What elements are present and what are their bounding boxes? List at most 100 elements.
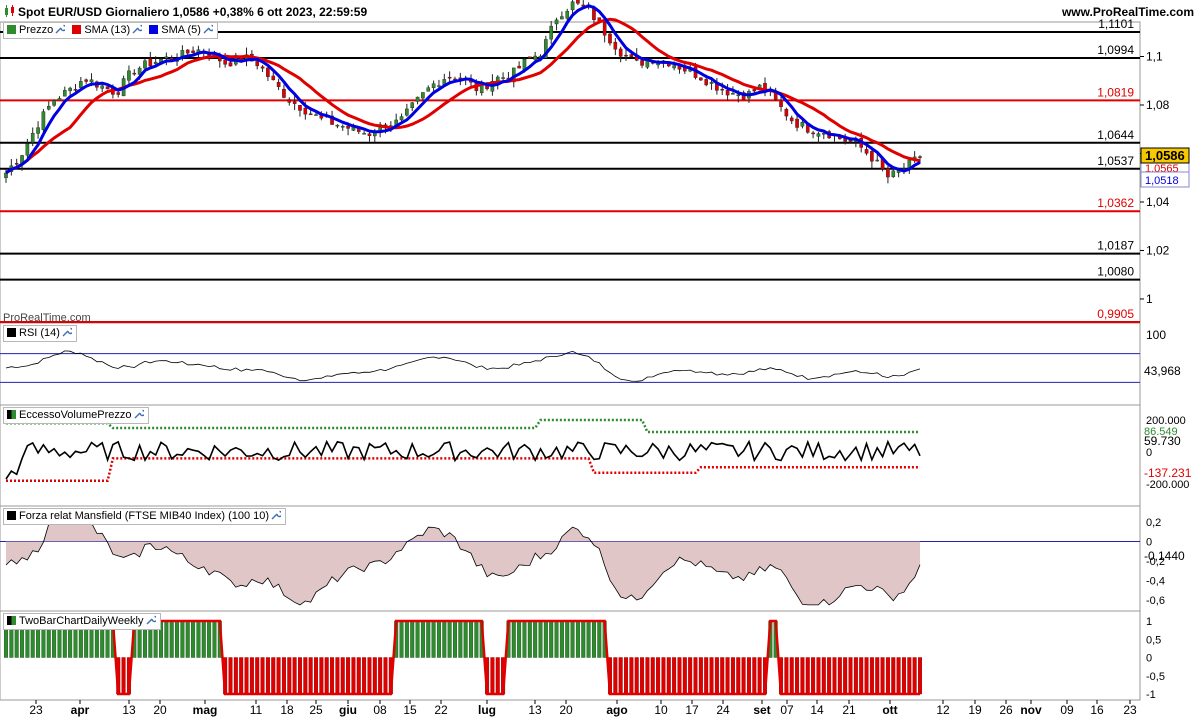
mansfield-label[interactable]: Forza relat Mansfield (FTSE MIB40 Index)…: [3, 508, 287, 525]
candle-body: [287, 99, 292, 103]
evp-lower-value: -137.231: [1144, 466, 1192, 480]
twobar-bar-down: [795, 657, 800, 695]
x-tick-label: 26: [999, 703, 1013, 717]
mansfield-tick: -0,4: [1146, 576, 1165, 588]
evp-label[interactable]: EccessoVolumePrezzo: [3, 407, 149, 424]
candle-body: [308, 113, 313, 116]
twobar-bar-down: [784, 657, 789, 695]
twobar-label[interactable]: TwoBarChartDailyWeekly: [3, 613, 161, 630]
rsi-label[interactable]: RSI (14): [3, 325, 77, 342]
level-label: 1,1101: [1098, 17, 1134, 31]
twobar-bar-down: [816, 657, 821, 695]
twobar-bar-down: [303, 657, 308, 695]
y-tick-label: 1,1: [1146, 49, 1163, 63]
candle-body: [699, 77, 703, 81]
mansfield-tick: 0,2: [1146, 517, 1161, 529]
candle-body: [421, 92, 425, 99]
twobar-bar-up: [591, 620, 596, 658]
twobar-bar-up: [191, 620, 196, 658]
wrench-icon[interactable]: [203, 24, 213, 34]
candle-body: [260, 66, 265, 69]
twobar-bar-up: [431, 620, 436, 658]
twobar-bar-up: [565, 620, 570, 658]
candle-body: [554, 19, 559, 25]
twobar-bar-down: [677, 657, 682, 695]
x-tick-label: mag: [193, 703, 218, 717]
wrench-icon[interactable]: [132, 24, 143, 34]
x-tick-label: 21: [842, 703, 856, 717]
candle-body: [153, 61, 158, 65]
wrench-icon[interactable]: [271, 510, 282, 520]
candle-body: [36, 127, 40, 134]
candle-body: [528, 56, 532, 59]
twobar-bar-up: [554, 620, 559, 658]
x-tick-label: 16: [1090, 703, 1104, 717]
x-tick-label: apr: [71, 703, 90, 717]
twobar-bar-down: [244, 657, 249, 695]
twobar-bar-down: [821, 657, 826, 695]
x-tick-label: lug: [478, 703, 496, 717]
twobar-bar-down: [666, 657, 671, 695]
candle-body: [298, 105, 302, 111]
twobar-bar-up: [426, 620, 431, 658]
twobar-bar-down: [276, 657, 281, 695]
level-label: 1,0994: [1097, 43, 1134, 57]
wrench-icon[interactable]: [134, 409, 144, 419]
twobar-bar-down: [650, 657, 655, 695]
twobar-bar-down: [249, 657, 254, 695]
twobar-bar-down: [725, 657, 730, 695]
candle-body: [629, 54, 634, 57]
candle-body: [549, 25, 553, 40]
twobar-bar-up: [447, 620, 452, 658]
x-tick-label: 14: [810, 703, 824, 717]
twobar-bar-down: [832, 657, 837, 695]
panel-frame-1: [0, 322, 1141, 406]
candle-body: [228, 62, 233, 67]
candle-body: [565, 10, 570, 19]
wrench-icon[interactable]: [62, 327, 72, 337]
candle-body: [276, 82, 281, 87]
candle-body: [68, 87, 72, 92]
twobar-bar-down: [875, 657, 880, 695]
mansfield-tick: -0,6: [1146, 595, 1165, 607]
twobar-bar-down: [672, 657, 677, 695]
rsi-line: [5, 350, 921, 382]
x-tick-label: nov: [1020, 703, 1042, 717]
candle-body: [870, 151, 874, 162]
candle-body: [266, 67, 270, 77]
x-tick-label: set: [753, 703, 770, 717]
twobar-bar-down: [864, 657, 869, 695]
twobar-bar-down: [490, 657, 495, 695]
twobar-bar-down: [843, 657, 848, 695]
twobar-bar-up: [458, 620, 463, 658]
evp-lower-band: [6, 457, 920, 483]
candle-body: [410, 102, 415, 109]
mansfield-tick: 0: [1146, 537, 1152, 549]
candle-body: [271, 75, 276, 81]
candle-body: [886, 168, 890, 178]
wrench-icon[interactable]: [146, 615, 156, 625]
wrench-icon[interactable]: [55, 24, 66, 34]
twobar-bar-up: [436, 620, 441, 658]
chart-svg[interactable]: 1,11011,09941,08191,06441,05371,03621,01…: [0, 0, 1200, 720]
candle-body: [800, 121, 805, 127]
twobar-bar-up: [164, 620, 169, 658]
twobar-bar-down: [741, 657, 746, 695]
legend-swatch-prezzo: [7, 25, 16, 34]
candle-body: [709, 81, 714, 84]
candle-body: [415, 96, 420, 102]
twobar-bar-up: [420, 620, 425, 658]
legend-swatch-sma5: [149, 25, 159, 34]
level-label: 1,0187: [1097, 239, 1134, 253]
price-legend[interactable]: Prezzo SMA (13) SMA (5): [3, 22, 218, 39]
x-tick-label: 13: [122, 703, 136, 717]
candle-body: [864, 149, 869, 154]
evp-title: EccessoVolumePrezzo: [19, 409, 132, 421]
twobar-bar-down: [121, 657, 126, 695]
candle-body: [501, 77, 505, 79]
twobar-bar-up: [586, 620, 591, 658]
twobar-bar-down: [912, 657, 917, 695]
x-tick-label: 08: [373, 703, 387, 717]
y-tick-label: 1,02: [1146, 243, 1170, 257]
candle-body: [116, 92, 121, 95]
